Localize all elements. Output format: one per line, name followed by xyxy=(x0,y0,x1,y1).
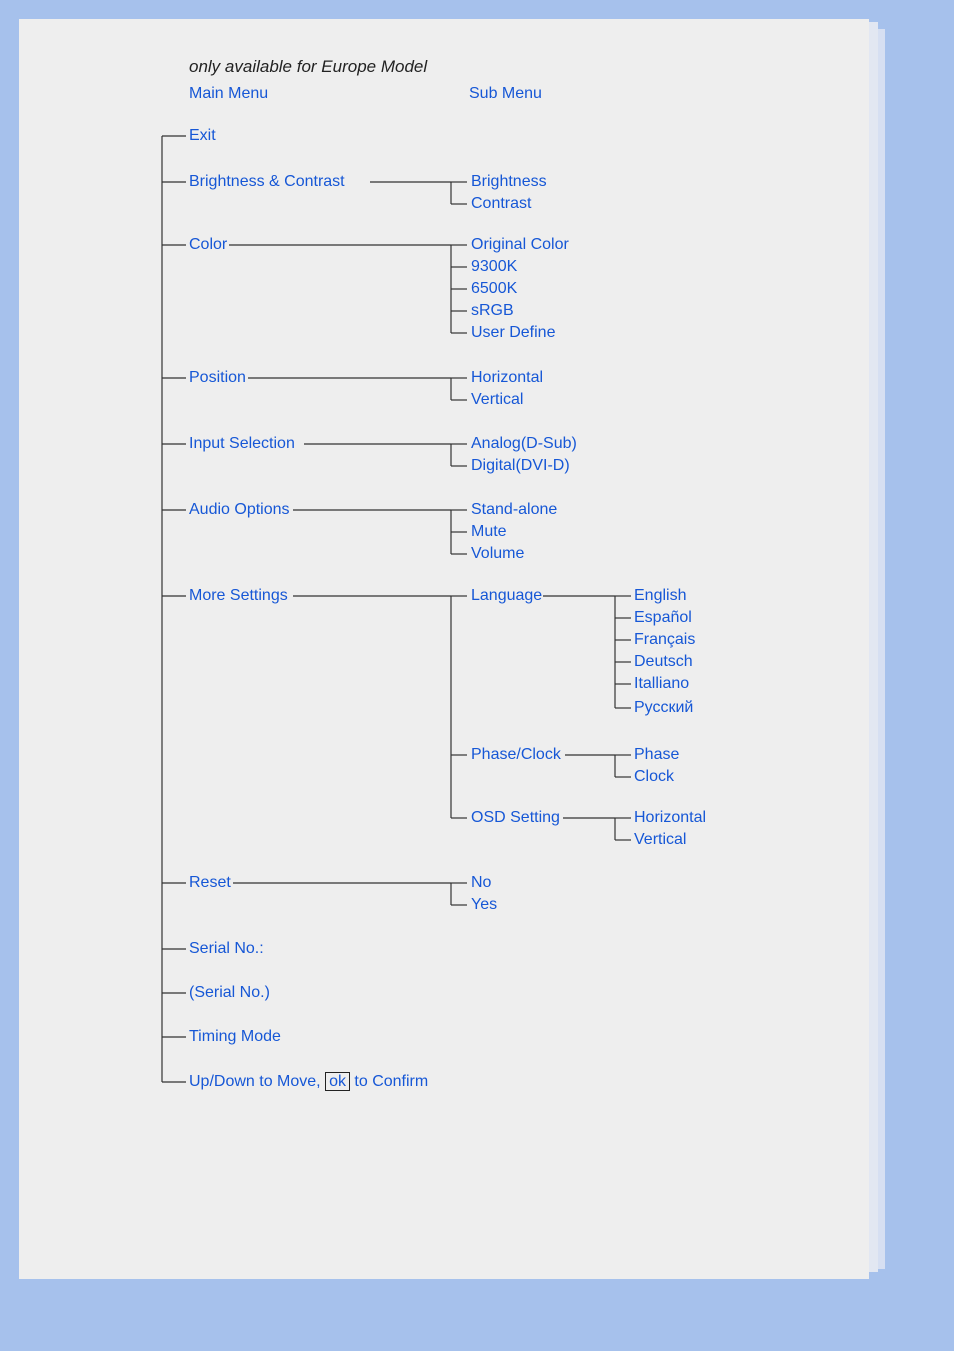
sub-9300k: 9300K xyxy=(471,258,517,276)
page: only available for Europe Model Main Men… xyxy=(0,0,954,1351)
lang-english: English xyxy=(634,587,686,605)
sub-pos-horizontal: Horizontal xyxy=(471,369,543,387)
sub-volume: Volume xyxy=(471,545,524,563)
sub-brightness: Brightness xyxy=(471,173,547,191)
menu-reset: Reset xyxy=(189,874,231,892)
sub-analog: Analog(D-Sub) xyxy=(471,435,577,453)
sub2-osd-h: Horizontal xyxy=(634,809,706,827)
header-main-menu: Main Menu xyxy=(189,85,268,103)
sub-user-define: User Define xyxy=(471,324,555,342)
menu-audio-options: Audio Options xyxy=(189,501,290,519)
sheet: only available for Europe Model Main Men… xyxy=(19,19,934,1331)
menu-color: Color xyxy=(189,236,227,254)
menu-brightness-contrast: Brightness & Contrast xyxy=(189,173,345,191)
sub-original-color: Original Color xyxy=(471,236,569,254)
header-sub-menu: Sub Menu xyxy=(469,85,542,103)
sub-pos-vertical: Vertical xyxy=(471,391,523,409)
lang-francais: Français xyxy=(634,631,695,649)
sub-osd-setting: OSD Setting xyxy=(471,809,560,827)
sub2-clock: Clock xyxy=(634,768,674,786)
menu-input-selection: Input Selection xyxy=(189,435,295,453)
menu-position: Position xyxy=(189,369,246,387)
sub2-phase: Phase xyxy=(634,746,679,764)
menu-exit: Exit xyxy=(189,127,216,145)
sub-digital: Digital(DVI-D) xyxy=(471,457,570,475)
menu-serial-no-value: (Serial No.) xyxy=(189,984,270,1002)
lang-italliano: Italliano xyxy=(634,675,689,693)
sub-contrast: Contrast xyxy=(471,195,531,213)
sub-reset-no: No xyxy=(471,874,491,892)
sub-phase-clock: Phase/Clock xyxy=(471,746,561,764)
note-europe-model: only available for Europe Model xyxy=(189,57,427,77)
sub-standalone: Stand-alone xyxy=(471,501,557,519)
menu-timing-mode: Timing Mode xyxy=(189,1028,281,1046)
menu-serial-no-label: Serial No.: xyxy=(189,940,264,958)
lang-deutsch: Deutsch xyxy=(634,653,693,671)
menu-hint: Up/Down to Move, ok to Confirm xyxy=(189,1073,428,1091)
lang-russian: Русский xyxy=(634,699,693,717)
menu-more-settings: More Settings xyxy=(189,587,288,605)
hint-ok-box: ok xyxy=(325,1072,350,1091)
hint-pre: Up/Down to Move, xyxy=(189,1073,325,1090)
sub-mute: Mute xyxy=(471,523,507,541)
lang-espanol: Español xyxy=(634,609,692,627)
paper: only available for Europe Model Main Men… xyxy=(19,19,869,1279)
sub-srgb: sRGB xyxy=(471,302,514,320)
sub-reset-yes: Yes xyxy=(471,896,497,914)
tree-lines xyxy=(19,19,869,1279)
sub-6500k: 6500K xyxy=(471,280,517,298)
sub2-osd-v: Vertical xyxy=(634,831,686,849)
hint-post: to Confirm xyxy=(350,1073,428,1090)
sub-language: Language xyxy=(471,587,542,605)
